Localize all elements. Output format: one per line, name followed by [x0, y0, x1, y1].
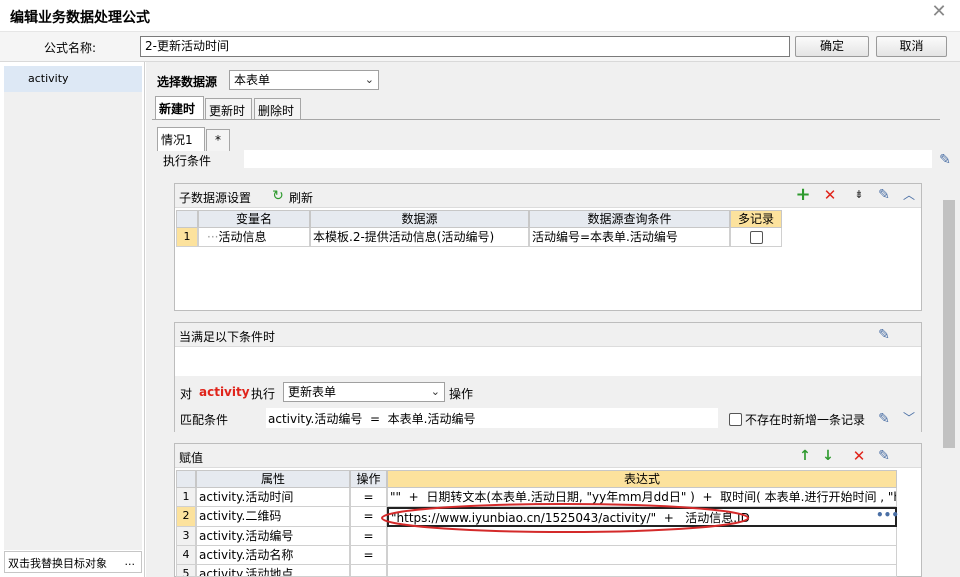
- exec-condition-input[interactable]: [244, 150, 932, 168]
- edit-icon[interactable]: ✎: [876, 411, 892, 427]
- condition-title: 当满足以下条件时: [179, 330, 276, 344]
- cell-query[interactable]: 活动编号=本表单.活动编号: [529, 228, 730, 247]
- chevron-down-icon: ⌄: [364, 73, 374, 86]
- more-icon[interactable]: •••: [876, 508, 899, 522]
- op-label: 操作: [449, 387, 474, 401]
- tab-delete[interactable]: 删除时: [254, 98, 301, 120]
- tab-case-1[interactable]: 情况1: [157, 127, 205, 151]
- refresh-icon[interactable]: ↻: [270, 188, 286, 204]
- expand-icon[interactable]: ﹀: [901, 410, 917, 426]
- cancel-button[interactable]: 取消: [876, 36, 947, 57]
- cell-op[interactable]: [350, 565, 387, 577]
- cell-attr[interactable]: activity.活动名称: [196, 546, 350, 565]
- row-number: 1: [176, 228, 198, 247]
- col-header-expr[interactable]: 表达式: [387, 470, 897, 488]
- replace-target-text: 双击我替换目标对象: [8, 557, 107, 570]
- tab-update[interactable]: 更新时: [205, 98, 252, 120]
- left-item-activity[interactable]: activity: [4, 66, 142, 92]
- action-select[interactable]: 更新表单 ⌄: [283, 382, 445, 402]
- add-icon[interactable]: +: [795, 186, 811, 204]
- annotation-ellipse: [381, 503, 749, 533]
- ok-button[interactable]: 确定: [795, 36, 869, 57]
- more-button[interactable]: ...: [125, 555, 136, 568]
- action-value: 更新表单: [288, 385, 337, 399]
- insert-row-icon[interactable]: ⇟: [851, 187, 867, 203]
- exec-condition-label: 执行条件: [163, 154, 212, 168]
- col-header-query[interactable]: 数据源查询条件: [529, 210, 730, 228]
- cell-attr[interactable]: activity.活动地点: [196, 565, 350, 577]
- no-exist-label: 不存在时新增一条记录: [745, 413, 866, 427]
- scrollbar-thumb[interactable]: [943, 200, 955, 448]
- data-source-label: 选择数据源: [157, 75, 218, 89]
- edit-icon[interactable]: ✎: [876, 327, 892, 343]
- move-down-icon[interactable]: ↓: [820, 448, 836, 464]
- window-title: 编辑业务数据处理公式: [10, 10, 150, 26]
- edit-icon[interactable]: ✎: [876, 187, 892, 203]
- close-icon[interactable]: ✕: [930, 3, 948, 21]
- tab-case-add[interactable]: *: [206, 129, 230, 151]
- cell-op[interactable]: =: [350, 546, 387, 565]
- replace-target-field[interactable]: 双击我替换目标对象 ...: [4, 551, 142, 573]
- cell-attr[interactable]: activity.二维码: [196, 507, 350, 527]
- match-condition-input[interactable]: activity.活动编号 = 本表单.活动编号: [266, 408, 718, 428]
- chevron-down-icon: ⌄: [430, 385, 440, 398]
- exec-label: 执行: [251, 387, 276, 401]
- row-number: 1: [176, 488, 196, 507]
- edit-icon[interactable]: ✎: [937, 152, 953, 168]
- no-exist-checkbox[interactable]: [729, 413, 742, 426]
- col-header-attr[interactable]: 属性: [196, 470, 350, 488]
- formula-name-input[interactable]: 2-更新活动时间: [140, 36, 790, 57]
- col-header-datasource[interactable]: 数据源: [310, 210, 529, 228]
- left-list-area: [4, 92, 142, 550]
- row-number: 5: [176, 565, 196, 577]
- data-source-value: 本表单: [234, 73, 271, 87]
- collapse-icon[interactable]: ︿: [901, 187, 917, 203]
- cell-multi: [730, 228, 782, 247]
- edit-icon[interactable]: ✎: [876, 448, 892, 464]
- col-header-multi[interactable]: 多记录: [730, 210, 782, 228]
- cell-attr[interactable]: activity.活动时间: [196, 488, 350, 507]
- tab-divider: [152, 119, 940, 120]
- delete-icon[interactable]: ✕: [851, 448, 867, 464]
- match-label: 匹配条件: [180, 413, 229, 427]
- condition-header: [175, 323, 921, 347]
- cell-attr[interactable]: activity.活动编号: [196, 527, 350, 546]
- cell-expr[interactable]: [387, 565, 897, 577]
- cell-expr[interactable]: [387, 546, 897, 565]
- multi-record-checkbox[interactable]: [750, 231, 763, 244]
- delete-icon[interactable]: ✕: [822, 187, 838, 203]
- target-object: activity: [199, 385, 250, 399]
- col-header-op[interactable]: 操作: [350, 470, 387, 488]
- data-source-select[interactable]: 本表单 ⌄: [229, 70, 379, 90]
- cell-varname[interactable]: ···活动信息: [198, 228, 310, 247]
- row-number: 4: [176, 546, 196, 565]
- move-up-icon[interactable]: ↑: [797, 448, 813, 464]
- tab-create[interactable]: 新建时: [155, 96, 204, 120]
- formula-name-label: 公式名称:: [44, 41, 97, 55]
- col-header-varname[interactable]: 变量名: [198, 210, 310, 228]
- row-number: 2: [176, 507, 196, 527]
- assign-title: 赋值: [179, 451, 204, 465]
- varname-text: 活动信息: [218, 230, 267, 244]
- row-number: 3: [176, 527, 196, 546]
- cell-datasource[interactable]: 本模板.2-提供活动信息(活动编号): [310, 228, 529, 247]
- left-item-label: activity: [28, 72, 69, 85]
- grid-corner: [176, 210, 198, 228]
- dui-label: 对: [180, 387, 193, 401]
- refresh-button[interactable]: 刷新: [289, 189, 313, 206]
- sub-datasource-title: 子数据源设置: [179, 191, 252, 205]
- grid-corner: [176, 470, 196, 488]
